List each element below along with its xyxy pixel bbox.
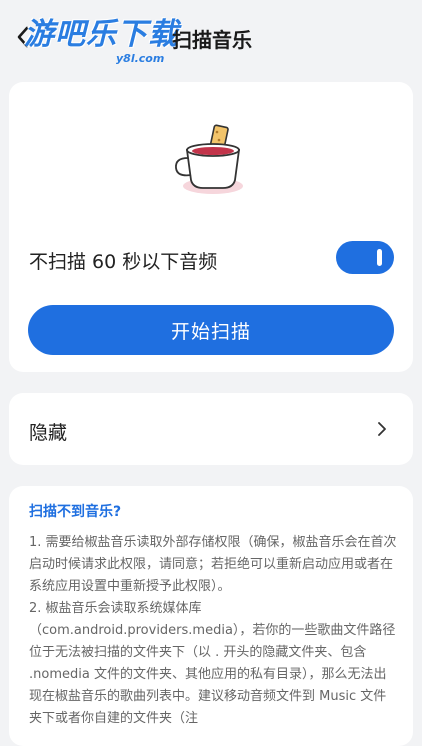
page-title: 扫描音乐 bbox=[172, 28, 252, 52]
hidden-label: 隐藏 bbox=[29, 422, 68, 444]
help-item-1: 1. 需要给椒盐音乐读取外部存储权限（确保，椒盐音乐会在首次启动时候请求此权限，… bbox=[29, 535, 397, 594]
help-title: 扫描不到音乐? bbox=[29, 504, 122, 520]
top-bar: 游吧乐下载 y8l.com 扫描音乐 bbox=[0, 0, 422, 76]
start-scan-button[interactable]: 开始扫描 bbox=[28, 305, 394, 355]
chevron-right-icon bbox=[378, 422, 386, 436]
help-item-2: 2. 椒盐音乐会读取系统媒体库（com.android.providers.me… bbox=[29, 601, 396, 726]
skip-short-audio-label: 不扫描 60 秒以下音频 bbox=[29, 251, 218, 273]
watermark-logo: 游吧乐下载 y8l.com bbox=[24, 18, 179, 66]
help-body: 1. 需要给椒盐音乐读取外部存储权限（确保，椒盐音乐会在首次启动时候请求此权限，… bbox=[29, 532, 399, 730]
watermark-text: 游吧乐下载 bbox=[24, 17, 179, 52]
hidden-folders-row[interactable]: 隐藏 bbox=[9, 393, 413, 465]
toggle-knob bbox=[377, 249, 382, 266]
coffee-cup-illustration bbox=[175, 124, 243, 194]
watermark-subtext: y8l.com bbox=[116, 52, 165, 65]
skip-short-audio-toggle[interactable] bbox=[336, 241, 394, 274]
scan-card: 不扫描 60 秒以下音频 开始扫描 bbox=[9, 82, 413, 372]
help-card: 扫描不到音乐? 1. 需要给椒盐音乐读取外部存储权限（确保，椒盐音乐会在首次启动… bbox=[9, 486, 413, 746]
